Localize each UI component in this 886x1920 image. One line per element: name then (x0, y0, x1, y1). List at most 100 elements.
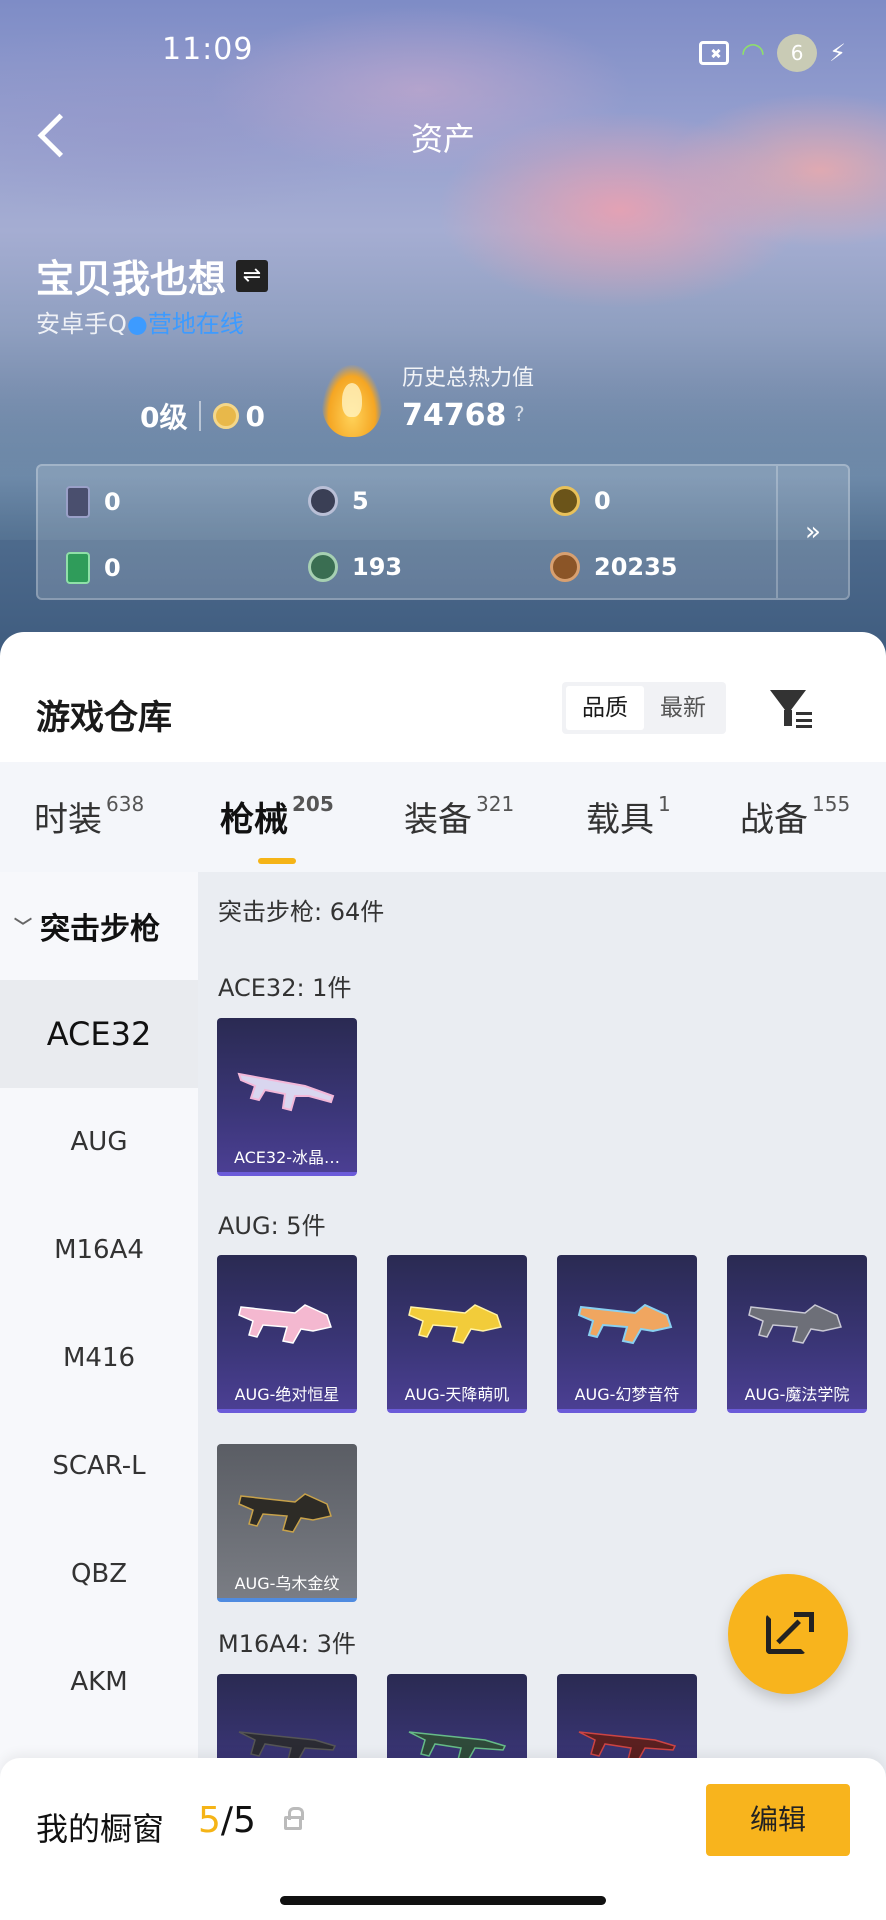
stat-value: 20235 (594, 553, 678, 581)
platform-label: 安卓手Q (36, 310, 127, 338)
weapon-name: AUG-幻梦音符 (574, 1385, 680, 1404)
level-row: 0级 0 (140, 396, 265, 436)
active-tab-indicator (258, 858, 296, 864)
showcase-total: /5 (220, 1800, 256, 1841)
medal-count: 0 (245, 399, 265, 433)
warehouse-title: 游戏仓库 (36, 698, 172, 738)
tab-guns[interactable]: 枪械 205 (220, 792, 334, 841)
stat-green-card: 0 (66, 552, 121, 584)
weapon-card[interactable]: AUG-魔法学院 (727, 1255, 867, 1413)
tab-supplies[interactable]: 战备 155 (740, 792, 850, 841)
share-button[interactable] (728, 1574, 848, 1694)
sidebar-group-assault-rifles[interactable]: ﹀ 突击步枪 (0, 872, 198, 980)
medal-icon (213, 403, 240, 429)
warehouse-panel: 游戏仓库 品质 最新 时装 638 枪械 205 装备 321 载具 1 战备 155 ﹀… (0, 632, 886, 1920)
rifle-image (408, 1304, 502, 1344)
level-value: 0级 (140, 401, 188, 434)
tab-vehicles[interactable]: 载具 1 (586, 792, 671, 841)
sim-off-icon (698, 41, 729, 65)
stat-green-coin: 193 (308, 552, 402, 582)
sidebar-item-m416[interactable]: M416 (0, 1304, 198, 1412)
page-title: 资产 (410, 120, 475, 158)
sort-quality[interactable]: 品质 (566, 686, 644, 730)
tab-equipment[interactable]: 装备 321 (404, 792, 514, 841)
sort-newest[interactable]: 最新 (644, 686, 722, 730)
weapon-card[interactable]: AUG-乌木金纹 (217, 1444, 357, 1602)
tab-fashion[interactable]: 时装 638 (34, 792, 144, 841)
heat-value: 74768 (402, 398, 507, 433)
rifle-image (238, 1304, 332, 1344)
showcase-current: 5 (198, 1800, 221, 1841)
username-text: 宝贝我也想 (36, 257, 227, 301)
stat-value: 5 (352, 487, 369, 515)
green-coin-icon (308, 552, 338, 582)
rifle-image (577, 1303, 673, 1345)
stat-card: 0 (66, 486, 121, 518)
silver-coin-icon (308, 486, 338, 516)
home-indicator[interactable] (280, 1896, 606, 1905)
showcase-bar: 我的橱窗 5/5 编辑 (0, 1758, 886, 1920)
section-label-ace32: ACE32: 1件 (218, 974, 352, 1002)
sidebar-item-ace32[interactable]: ACE32 (0, 980, 198, 1088)
stat-value: 0 (594, 487, 611, 515)
tab-label: 载具 (586, 800, 654, 840)
switch-account-icon[interactable]: ⇌ (236, 259, 269, 292)
tab-count: 1 (658, 792, 671, 816)
username: 宝贝我也想 ⇌ (36, 248, 269, 303)
sidebar-group-label: 突击步枪 (40, 912, 160, 947)
stat-value: 193 (352, 553, 403, 581)
lock-icon (284, 1807, 304, 1830)
tab-count: 205 (292, 792, 334, 816)
chevron-down-icon: ﹀ (14, 917, 32, 938)
weapon-name: AUG-魔法学院 (744, 1385, 850, 1404)
sidebar-item-scar-l[interactable]: SCAR-L (0, 1412, 198, 1520)
edit-button[interactable]: 编辑 (706, 1784, 850, 1856)
rifle-image (237, 1072, 335, 1112)
rifle-image (748, 1304, 842, 1344)
section-label-m16a4: M16A4: 3件 (218, 1630, 356, 1658)
weapon-name: ACE32-冰晶… (233, 1148, 341, 1167)
stat-silver-coin: 5 (308, 486, 369, 516)
flame-icon (322, 365, 382, 437)
sort-toggle: 品质 最新 (562, 682, 726, 734)
stat-copper-coin: 20235 (550, 552, 678, 582)
card-icon (66, 486, 90, 518)
rifle-image (238, 1493, 332, 1533)
weapon-name: AUG-天降萌叽 (404, 1385, 510, 1404)
sidebar-item-aug[interactable]: AUG (0, 1088, 198, 1196)
weapon-name: AUG-乌木金纹 (234, 1574, 340, 1593)
help-icon[interactable]: ? (514, 402, 525, 426)
weapon-card[interactable]: AUG-绝对恒星 (217, 1255, 357, 1413)
sidebar-item-m16a4[interactable]: M16A4 (0, 1196, 198, 1304)
category-summary: 突击步枪: 64件 (218, 898, 385, 926)
divider (199, 401, 202, 431)
showcase-count: 5/5 (198, 1800, 256, 1841)
sidebar-item-akm[interactable]: AKM (0, 1628, 198, 1736)
charging-icon: ⚡ (829, 39, 846, 67)
weapon-card[interactable]: AUG-天降萌叽 (387, 1255, 527, 1413)
weapon-card[interactable]: ACE32-冰晶… (217, 1018, 357, 1176)
status-icons: ◠ 6 ⚡ (698, 34, 846, 72)
category-tabs: 时装 638 枪械 205 装备 321 载具 1 战备 155 (0, 762, 886, 872)
sidebar-item-qbz[interactable]: QBZ (0, 1520, 198, 1628)
stats-more-button[interactable]: » (776, 466, 848, 598)
tab-label: 枪械 (220, 800, 288, 840)
online-dot-icon: ● (126, 310, 148, 338)
showcase-label: 我的橱窗 (36, 1810, 165, 1848)
tab-count: 155 (812, 792, 851, 816)
account-subline: 安卓手Q●营地在线 (36, 304, 244, 339)
stat-value: 0 (104, 554, 121, 582)
tab-label: 时装 (34, 800, 102, 840)
stat-gold-coin: 0 (550, 486, 611, 516)
status-time: 11:09 (162, 32, 254, 67)
weapon-card[interactable]: AUG-幻梦音符 (557, 1255, 697, 1413)
online-status: 营地在线 (147, 310, 244, 338)
tab-label: 战备 (740, 800, 808, 840)
currency-stats: 0 5 0 0 193 20235 » (36, 464, 850, 600)
tab-count: 321 (476, 792, 515, 816)
filter-list-icon (796, 712, 812, 728)
gold-coin-icon (550, 486, 580, 516)
copper-coin-icon (550, 552, 580, 582)
green-card-icon (66, 552, 90, 584)
status-bar: 11:09 ◠ 6 ⚡ (0, 28, 886, 76)
